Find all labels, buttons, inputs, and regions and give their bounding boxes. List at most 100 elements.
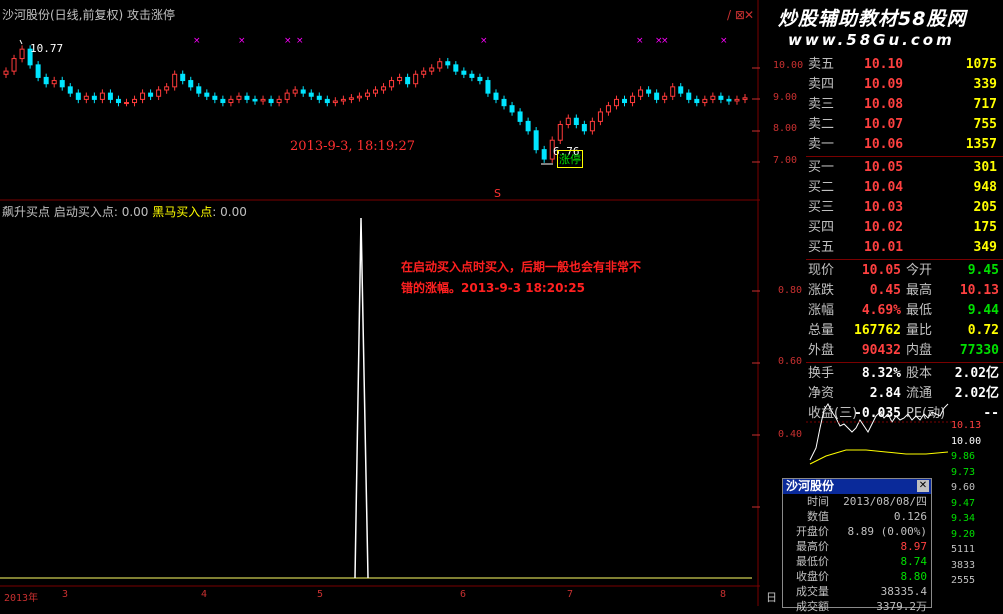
order-label: 卖四: [808, 77, 835, 92]
candle-body: [389, 80, 395, 88]
candle-body: [381, 86, 387, 91]
order-price: 10.06: [864, 137, 904, 152]
order-price: 10.08: [864, 97, 904, 112]
candle-body: [340, 98, 346, 102]
candle-body: [742, 97, 748, 100]
stat-label: 内盘: [906, 343, 933, 358]
intraday-axis-tick: 10.13: [951, 420, 982, 431]
order-volume: 948: [973, 180, 997, 195]
intraday-mini-chart[interactable]: [806, 398, 954, 478]
restore-button[interactable]: / ⊠: [727, 8, 745, 22]
candle-body: [75, 92, 81, 100]
candle-body: [686, 92, 692, 100]
candle-body: [3, 70, 9, 75]
candle-body: [107, 92, 113, 100]
popup-close-button[interactable]: ✕: [917, 480, 929, 492]
order-row: 买四 10.02 175: [806, 218, 1003, 238]
candle-body: [373, 89, 378, 94]
data-popup[interactable]: 沙河股份 ✕ 时间 2013/08/08/四 数值 0.126 开盘价 8.89 (0.0…: [782, 478, 932, 613]
candle-body: [123, 102, 129, 105]
candle-body: [156, 89, 162, 97]
order-row: 卖五 10.10 1075: [806, 55, 1003, 75]
kline-chart-area[interactable]: × × × × × × × × × 沙河股份(日线,前复权) 攻击涨停 / ⊠ ✕ 10.77 …: [0, 0, 803, 606]
candle-body: [132, 98, 138, 104]
period-label[interactable]: 日: [766, 589, 777, 605]
candle-body: [252, 98, 258, 102]
candle-body: [557, 124, 563, 141]
popup-key: 成交额: [796, 600, 829, 613]
candle-body: [581, 124, 587, 132]
order-row: 买一 10.05 301: [806, 158, 1003, 178]
candle-body: [694, 98, 700, 104]
candle-body: [43, 76, 49, 85]
candle-body: [324, 98, 330, 104]
stat-value: 90432: [861, 343, 901, 358]
popup-value: 38335.4: [880, 585, 927, 598]
candle-body: [573, 117, 579, 126]
order-row: 卖一 10.06 1357: [806, 135, 1003, 155]
popup-value: 8.74: [900, 555, 928, 568]
date-axis-tick: 4: [201, 589, 208, 600]
intraday-axis-tick: 9.86: [951, 451, 976, 462]
indicator-axis-tick: 0.80: [778, 285, 803, 296]
intraday-axis-tick: 9.47: [951, 497, 976, 509]
order-volume: 349: [973, 240, 997, 255]
indicator-axis-tick: 0.60: [778, 356, 803, 367]
order-label: 买一: [808, 160, 835, 175]
candle-body: [356, 95, 362, 99]
stat-row: 涨跌 0.45 最高 10.13: [806, 281, 1003, 301]
order-price: 10.04: [864, 180, 904, 195]
candle-body: [332, 100, 338, 104]
candle-body: [605, 105, 611, 113]
candle-body: [589, 120, 595, 132]
popup-header[interactable]: 沙河股份 ✕: [783, 479, 931, 494]
stat-value: 10.13: [959, 283, 999, 298]
popup-value: 8.97: [900, 540, 928, 553]
order-row: 卖四 10.09 339: [806, 75, 1003, 95]
stat-value: 8.32%: [861, 366, 901, 381]
chart-canvas[interactable]: × × × × × × ×× ×: [0, 0, 760, 606]
candle-body: [702, 98, 708, 104]
stat-value: 4.69%: [861, 303, 901, 318]
popup-row: 收盘价 8.80: [783, 569, 931, 584]
popup-value: 8.89 (0.00%): [847, 525, 927, 538]
candle-body: [469, 73, 475, 78]
candle-body: [421, 70, 427, 75]
stat-value: 9.45: [967, 263, 999, 278]
candle-body: [517, 111, 523, 122]
popup-key: 最高价: [796, 540, 829, 553]
popup-row: 最低价 8.74: [783, 554, 931, 569]
stat-label: 总量: [808, 323, 835, 338]
strategy-note-line: 在启动买入点时买入，后期一般也会有非常不: [401, 260, 642, 274]
signal-marker: ×: [720, 36, 728, 46]
formula-title: 攻击涨停: [127, 8, 176, 22]
signal-marker: ×: [661, 36, 669, 46]
intraday-axis-tick: 10.00: [951, 435, 982, 447]
candle-body: [670, 86, 676, 97]
order-row: 卖二 10.07 755: [806, 115, 1003, 135]
stat-label: 换手: [808, 366, 835, 381]
stat-row: 现价 10.05 今开 9.45: [806, 261, 1003, 281]
candle-body: [509, 105, 515, 113]
order-price: 10.02: [864, 220, 904, 235]
popup-row: 成交额 3379.2万: [783, 599, 931, 614]
price-axis-tick: 8.00: [773, 123, 798, 134]
order-label: 买四: [808, 220, 835, 235]
candle-body: [429, 67, 435, 72]
candle-body: [397, 76, 403, 82]
candle-body: [91, 95, 97, 100]
stat-value: 77330: [959, 343, 999, 358]
order-price: 10.10: [864, 57, 904, 72]
stat-label: 外盘: [808, 343, 835, 358]
candle-body: [525, 120, 531, 132]
popup-key: 最低价: [796, 555, 829, 568]
strategy-note: 在启动买入点时买入，后期一般也会有非常不 错的涨幅。2013-9-3 18:20…: [401, 257, 711, 299]
order-volume: 175: [973, 220, 997, 235]
candle-body: [220, 98, 226, 104]
order-volume: 301: [973, 160, 997, 175]
candle-body: [477, 76, 483, 82]
candle-body: [276, 98, 282, 104]
order-label: 卖三: [808, 97, 835, 112]
close-chart-button[interactable]: ✕: [744, 8, 754, 22]
date-axis-tick: 5: [317, 589, 324, 600]
